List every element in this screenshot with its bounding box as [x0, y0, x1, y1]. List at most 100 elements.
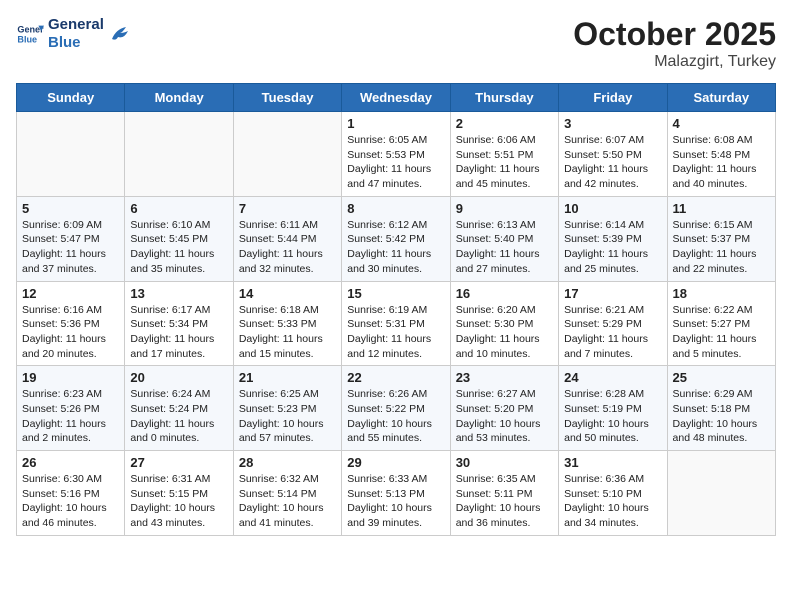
day-number: 5: [22, 201, 119, 216]
day-number: 13: [130, 286, 227, 301]
day-info: Sunrise: 6:15 AM Sunset: 5:37 PM Dayligh…: [673, 218, 770, 277]
logo-icon: General Blue: [16, 20, 44, 48]
day-number: 1: [347, 116, 444, 131]
day-info: Sunrise: 6:36 AM Sunset: 5:10 PM Dayligh…: [564, 472, 661, 531]
calendar-day-5: 5 Sunrise: 6:09 AM Sunset: 5:47 PM Daylig…: [17, 196, 125, 281]
day-info: Sunrise: 6:14 AM Sunset: 5:39 PM Dayligh…: [564, 218, 661, 277]
calendar-day-9: 9Sunrise: 6:13 AM Sunset: 5:40 PM Daylig…: [450, 196, 558, 281]
calendar-week-row: 26 Sunrise: 6:30 AM Sunset: 5:16 PM Dayli…: [17, 451, 776, 536]
calendar-week-row: 1 Sunrise: 6:05 AM Sunset: 5:53 PM Daylig…: [17, 112, 776, 197]
day-number: 7: [239, 201, 336, 216]
calendar-table: SundayMondayTuesdayWednesdayThursdayFrid…: [16, 83, 776, 536]
day-info: Sunrise: 6:28 AM Sunset: 5:19 PM Dayligh…: [564, 387, 661, 446]
calendar-day-22: 22 Sunrise: 6:26 AM Sunset: 5:22 PM Dayli…: [342, 366, 450, 451]
day-info: Sunrise: 6:09 AM Sunset: 5:47 PM Dayligh…: [22, 218, 119, 277]
weekday-header-row: SundayMondayTuesdayWednesdayThursdayFrid…: [17, 84, 776, 112]
logo-blue: Blue: [48, 34, 104, 52]
calendar-day-8: 8 Sunrise: 6:12 AM Sunset: 5:42 PM Daylig…: [342, 196, 450, 281]
day-info: Sunrise: 6:11 AM Sunset: 5:44 PM Dayligh…: [239, 218, 336, 277]
day-info: Sunrise: 6:20 AM Sunset: 5:30 PM Dayligh…: [456, 303, 553, 362]
day-info: Sunrise: 6:18 AM Sunset: 5:33 PM Dayligh…: [239, 303, 336, 362]
calendar-day-17: 17Sunrise: 6:21 AM Sunset: 5:29 PM Dayli…: [559, 281, 667, 366]
day-info: Sunrise: 6:29 AM Sunset: 5:18 PM Dayligh…: [673, 387, 770, 446]
calendar-day-1: 1 Sunrise: 6:05 AM Sunset: 5:53 PM Daylig…: [342, 112, 450, 197]
day-info: Sunrise: 6:06 AM Sunset: 5:51 PM Dayligh…: [456, 133, 553, 192]
day-info: Sunrise: 6:33 AM Sunset: 5:13 PM Dayligh…: [347, 472, 444, 531]
day-info: Sunrise: 6:08 AM Sunset: 5:48 PM Dayligh…: [673, 133, 770, 192]
calendar-day-23: 23Sunrise: 6:27 AM Sunset: 5:20 PM Dayli…: [450, 366, 558, 451]
day-info: Sunrise: 6:25 AM Sunset: 5:23 PM Dayligh…: [239, 387, 336, 446]
calendar-day-21: 21 Sunrise: 6:25 AM Sunset: 5:23 PM Dayli…: [233, 366, 341, 451]
day-info: Sunrise: 6:12 AM Sunset: 5:42 PM Dayligh…: [347, 218, 444, 277]
calendar-day-29: 29Sunrise: 6:33 AM Sunset: 5:13 PM Dayli…: [342, 451, 450, 536]
calendar-day-3: 3 Sunrise: 6:07 AM Sunset: 5:50 PM Daylig…: [559, 112, 667, 197]
day-info: Sunrise: 6:16 AM Sunset: 5:36 PM Dayligh…: [22, 303, 119, 362]
day-info: Sunrise: 6:05 AM Sunset: 5:53 PM Dayligh…: [347, 133, 444, 192]
weekday-header-sunday: Sunday: [17, 84, 125, 112]
weekday-header-saturday: Saturday: [667, 84, 775, 112]
day-number: 26: [22, 455, 119, 470]
day-info: Sunrise: 6:30 AM Sunset: 5:16 PM Dayligh…: [22, 472, 119, 531]
day-number: 10: [564, 201, 661, 216]
day-info: Sunrise: 6:13 AM Sunset: 5:40 PM Dayligh…: [456, 218, 553, 277]
day-number: 19: [22, 370, 119, 385]
day-number: 30: [456, 455, 553, 470]
day-number: 15: [347, 286, 444, 301]
month-title: October 2025: [573, 16, 776, 53]
day-info: Sunrise: 6:21 AM Sunset: 5:29 PM Dayligh…: [564, 303, 661, 362]
calendar-day-20: 20 Sunrise: 6:24 AM Sunset: 5:24 PM Dayli…: [125, 366, 233, 451]
day-number: 21: [239, 370, 336, 385]
day-number: 18: [673, 286, 770, 301]
day-info: Sunrise: 6:07 AM Sunset: 5:50 PM Dayligh…: [564, 133, 661, 192]
weekday-header-tuesday: Tuesday: [233, 84, 341, 112]
calendar-day-26: 26 Sunrise: 6:30 AM Sunset: 5:16 PM Dayli…: [17, 451, 125, 536]
calendar-day-18: 18Sunrise: 6:22 AM Sunset: 5:27 PM Dayli…: [667, 281, 775, 366]
day-number: 6: [130, 201, 227, 216]
day-number: 25: [673, 370, 770, 385]
logo-bird-icon: [108, 23, 130, 45]
svg-text:Blue: Blue: [17, 34, 37, 44]
day-info: Sunrise: 6:19 AM Sunset: 5:31 PM Dayligh…: [347, 303, 444, 362]
calendar-day-empty: [17, 112, 125, 197]
day-number: 3: [564, 116, 661, 131]
location-title: Malazgirt, Turkey: [573, 53, 776, 71]
day-number: 16: [456, 286, 553, 301]
weekday-header-thursday: Thursday: [450, 84, 558, 112]
logo: General Blue General Blue: [16, 16, 130, 52]
calendar-day-empty: [125, 112, 233, 197]
calendar-week-row: 12 Sunrise: 6:16 AM Sunset: 5:36 PM Dayli…: [17, 281, 776, 366]
calendar-day-19: 19Sunrise: 6:23 AM Sunset: 5:26 PM Dayli…: [17, 366, 125, 451]
weekday-header-friday: Friday: [559, 84, 667, 112]
weekday-header-monday: Monday: [125, 84, 233, 112]
calendar-day-24: 24Sunrise: 6:28 AM Sunset: 5:19 PM Dayli…: [559, 366, 667, 451]
day-number: 12: [22, 286, 119, 301]
calendar-day-6: 6 Sunrise: 6:10 AM Sunset: 5:45 PM Daylig…: [125, 196, 233, 281]
day-info: Sunrise: 6:31 AM Sunset: 5:15 PM Dayligh…: [130, 472, 227, 531]
day-number: 8: [347, 201, 444, 216]
day-number: 20: [130, 370, 227, 385]
day-number: 22: [347, 370, 444, 385]
calendar-day-15: 15 Sunrise: 6:19 AM Sunset: 5:31 PM Dayli…: [342, 281, 450, 366]
day-number: 2: [456, 116, 553, 131]
calendar-day-30: 30 Sunrise: 6:35 AM Sunset: 5:11 PM Dayli…: [450, 451, 558, 536]
calendar-day-7: 7 Sunrise: 6:11 AM Sunset: 5:44 PM Daylig…: [233, 196, 341, 281]
day-info: Sunrise: 6:32 AM Sunset: 5:14 PM Dayligh…: [239, 472, 336, 531]
calendar-day-31: 31 Sunrise: 6:36 AM Sunset: 5:10 PM Dayli…: [559, 451, 667, 536]
calendar-day-13: 13 Sunrise: 6:17 AM Sunset: 5:34 PM Dayli…: [125, 281, 233, 366]
day-number: 31: [564, 455, 661, 470]
calendar-day-28: 28 Sunrise: 6:32 AM Sunset: 5:14 PM Dayli…: [233, 451, 341, 536]
day-number: 23: [456, 370, 553, 385]
day-number: 28: [239, 455, 336, 470]
day-number: 11: [673, 201, 770, 216]
day-number: 27: [130, 455, 227, 470]
day-info: Sunrise: 6:10 AM Sunset: 5:45 PM Dayligh…: [130, 218, 227, 277]
page-header: General Blue General Blue October 2025 M…: [16, 16, 776, 71]
calendar-day-12: 12 Sunrise: 6:16 AM Sunset: 5:36 PM Dayli…: [17, 281, 125, 366]
calendar-day-16: 16 Sunrise: 6:20 AM Sunset: 5:30 PM Dayli…: [450, 281, 558, 366]
day-info: Sunrise: 6:26 AM Sunset: 5:22 PM Dayligh…: [347, 387, 444, 446]
calendar-day-11: 11 Sunrise: 6:15 AM Sunset: 5:37 PM Dayli…: [667, 196, 775, 281]
calendar-week-row: 19Sunrise: 6:23 AM Sunset: 5:26 PM Dayli…: [17, 366, 776, 451]
day-info: Sunrise: 6:24 AM Sunset: 5:24 PM Dayligh…: [130, 387, 227, 446]
day-info: Sunrise: 6:35 AM Sunset: 5:11 PM Dayligh…: [456, 472, 553, 531]
day-info: Sunrise: 6:17 AM Sunset: 5:34 PM Dayligh…: [130, 303, 227, 362]
